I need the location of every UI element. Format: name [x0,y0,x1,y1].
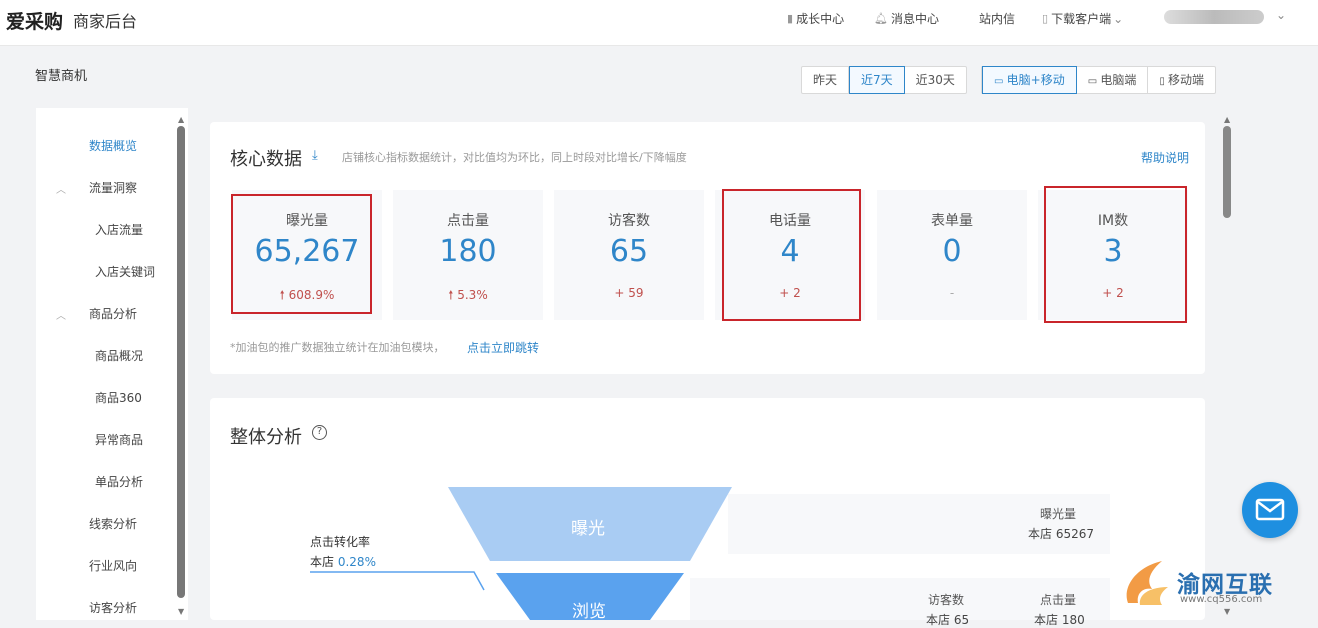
watermark-url: www.cq556.com [1180,594,1263,605]
scroll-down-arrow[interactable]: ▼ [1224,607,1230,616]
funnel-label-exposure: 曝光 [571,519,605,539]
scroll-up-arrow[interactable]: ▲ [1224,115,1230,124]
click-rate-connector [310,571,485,591]
exposure-stat-label: 曝光量 [1040,507,1077,521]
exposure-stat-value: 本店 65267 [1028,527,1094,541]
funnel-label-browse: 浏览 [572,602,606,622]
message-float-button[interactable] [1242,482,1298,538]
exposure-stat-box [728,494,1110,554]
visitors-stat-label: 访客数 [928,593,965,607]
click-rate-line: 本店 0.28% [310,555,376,569]
watermark-logo [1126,561,1168,605]
click-rate-title: 点击转化率 [310,535,371,549]
mail-icon [1255,498,1285,521]
clicks-stat-label: 点击量 [1040,593,1077,607]
click-rate-value: 0.28% [337,555,376,569]
funnel-graphic [310,487,732,620]
main-scrollbar[interactable] [1223,126,1231,218]
